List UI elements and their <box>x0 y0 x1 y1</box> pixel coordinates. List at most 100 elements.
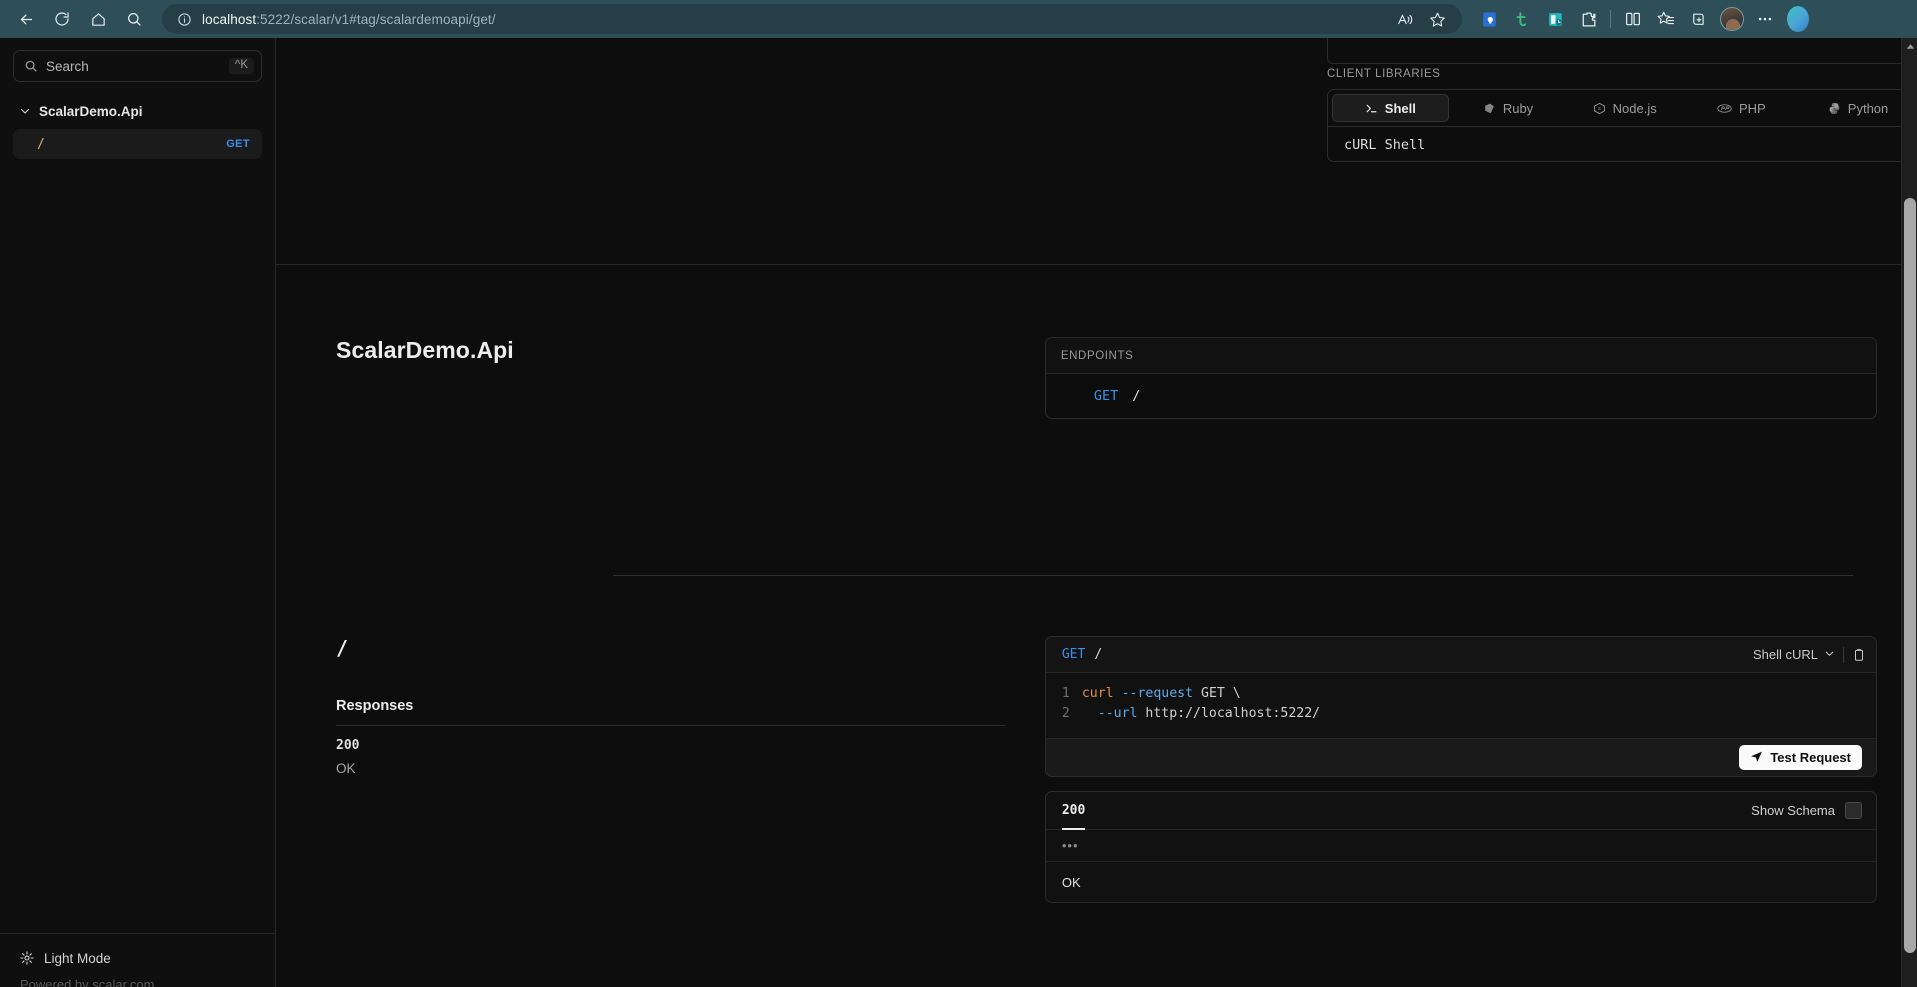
tab-shell-label: Shell <box>1384 100 1416 116</box>
endpoint-method: GET <box>1093 388 1119 404</box>
code-sample-body[interactable]: 1 curl --request GET \ 2 --url http://lo… <box>1045 673 1876 738</box>
response-status-tab[interactable]: 200 <box>1061 793 1086 830</box>
overview-right-col: ENDPOINTS GET / <box>1044 337 1877 575</box>
overview-left-col: ScalarDemo.Api <box>336 337 1045 575</box>
tab-shell[interactable]: Shell <box>1332 94 1449 122</box>
tab-python[interactable]: Python <box>1801 94 1916 122</box>
header-divider <box>1843 646 1844 663</box>
avatar[interactable] <box>1717 4 1747 34</box>
code-line-number: 2 <box>1061 706 1070 721</box>
selected-client-label: cURL Shell <box>1344 137 1426 153</box>
grammar-extension-icon[interactable] <box>1507 4 1537 34</box>
response-body-text: OK <box>1061 874 1081 890</box>
toolbar-extensions <box>1468 4 1813 34</box>
code-line: 1 curl --request GET \ <box>1046 684 1876 704</box>
back-button[interactable] <box>8 4 44 34</box>
code-language-selector[interactable]: Shell cURL <box>1753 647 1835 662</box>
site-info-icon[interactable] <box>172 7 196 31</box>
chevron-down-icon <box>1824 647 1835 662</box>
tab-ruby-label: Ruby <box>1502 100 1534 116</box>
main-content: http://localhost:5222 CLIENT LIBRARIES S… <box>276 38 1917 987</box>
python-icon <box>1828 102 1841 115</box>
chevron-down-icon <box>19 105 31 117</box>
response-status-code: 200 <box>336 738 360 753</box>
home-button[interactable] <box>80 4 116 34</box>
endpoint-row[interactable]: GET / <box>1046 374 1876 418</box>
app-page: Search ^K ScalarDemo.Api / GET Light Mod… <box>0 38 1917 987</box>
scrollbar-thumb[interactable] <box>1904 198 1916 953</box>
sidebar-footer: Light Mode Powered by scalar.com <box>0 933 275 987</box>
client-libraries-tabs: Shell Ruby S Node.js PHP Python <box>1328 90 1917 126</box>
sun-icon <box>20 951 34 965</box>
search-placeholder: Search <box>46 58 89 74</box>
refresh-button[interactable] <box>44 4 80 34</box>
address-bar-text: localhost:5222/scalar/v1#tag/scalardemoa… <box>202 12 496 27</box>
api-overview-section: ScalarDemo.Api ENDPOINTS GET / <box>276 265 1917 575</box>
endpoints-header: ENDPOINTS <box>1045 338 1876 374</box>
responses-heading: Responses <box>336 698 1005 726</box>
theme-toggle[interactable]: Light Mode <box>20 948 262 968</box>
client-libraries-box: Shell Ruby S Node.js PHP Python cURL She… <box>1327 89 1917 162</box>
code-token-command: curl <box>1081 686 1114 701</box>
tab-php[interactable]: PHP <box>1684 94 1799 122</box>
operation-section: / Responses 200 OK GET / Shell cURL 1 cu… <box>276 576 1917 903</box>
sidebar: Search ^K ScalarDemo.Api / GET Light Mod… <box>0 38 276 987</box>
sidebar-group-scalardemoapi[interactable]: ScalarDemo.Api <box>13 98 262 124</box>
show-schema-label: Show Schema <box>1751 803 1835 818</box>
page-scrollbar[interactable] <box>1901 38 1917 987</box>
settings-more-icon[interactable] <box>1750 4 1780 34</box>
address-bar[interactable]: localhost:5222/scalar/v1#tag/scalardemoa… <box>162 4 1462 34</box>
page-title: ScalarDemo.Api <box>336 337 514 363</box>
sidebar-search-wrap: Search ^K <box>0 38 275 82</box>
scroll-up-arrow-icon[interactable] <box>1902 40 1917 52</box>
tab-php-label: PHP <box>1738 100 1766 116</box>
copilot-icon[interactable] <box>1783 4 1813 34</box>
terminal-icon <box>1365 102 1378 115</box>
url-host: localhost <box>202 11 257 27</box>
browser-essentials-icon[interactable] <box>1684 4 1714 34</box>
code-sample-card: GET / Shell cURL 1 curl --request GET \ … <box>1044 636 1877 777</box>
sidebar-item-label: / <box>37 136 45 152</box>
search-input[interactable]: Search ^K <box>13 50 262 82</box>
code-line: 2 --url http://localhost:5222/ <box>1046 704 1876 724</box>
php-icon <box>1717 102 1732 115</box>
show-schema-toggle[interactable] <box>1845 802 1862 819</box>
operation-left-col: / Responses 200 OK <box>336 636 1045 903</box>
sidebar-nav: ScalarDemo.Api / GET <box>0 82 275 159</box>
tab-nodejs[interactable]: S Node.js <box>1567 94 1682 122</box>
search-icon <box>24 59 38 73</box>
browser-search-icon[interactable] <box>116 4 152 34</box>
search-shortcut-badge: ^K <box>228 58 254 74</box>
client-libraries-panel: CLIENT LIBRARIES Shell Ruby S Node.js PH… <box>1327 68 1917 162</box>
toolbar-divider <box>1610 10 1611 28</box>
code-token-rest: http://localhost:5222/ <box>1145 706 1321 721</box>
powered-by-label: Powered by scalar.com <box>20 977 155 987</box>
response-preview-header: 200 Show Schema <box>1045 792 1876 830</box>
sidebar-item-root-get[interactable]: / GET <box>13 129 262 159</box>
collections-icon[interactable] <box>1651 4 1681 34</box>
code-sample-path: / <box>1094 647 1103 662</box>
svg-text:S: S <box>1598 106 1601 111</box>
password-manager-icon[interactable] <box>1474 4 1504 34</box>
reading-list-icon[interactable] <box>1540 4 1570 34</box>
split-screen-icon[interactable] <box>1618 4 1648 34</box>
tab-python-label: Python <box>1847 100 1889 116</box>
read-aloud-icon[interactable] <box>1390 6 1420 32</box>
server-url-field[interactable]: http://localhost:5222 <box>1327 38 1917 64</box>
ruby-icon <box>1483 102 1496 115</box>
favorite-star-icon[interactable] <box>1422 6 1452 32</box>
code-token-flag: --url <box>1097 706 1138 721</box>
puzzle-extensions-icon[interactable] <box>1573 4 1603 34</box>
url-path: :5222/scalar/v1#tag/scalardemoapi/get/ <box>256 11 496 27</box>
code-sample-header: GET / Shell cURL <box>1045 637 1876 673</box>
endpoint-path: / <box>1132 388 1141 404</box>
code-sample-footer: Test Request <box>1045 738 1876 776</box>
nodejs-icon: S <box>1593 102 1606 115</box>
response-ellipsis: ••• <box>1061 837 1079 853</box>
code-token-rest: GET \ <box>1201 686 1241 701</box>
response-meta-row: ••• <box>1045 830 1876 862</box>
clipboard-copy-icon[interactable] <box>1852 648 1866 662</box>
code-token-flag: --request <box>1121 686 1194 701</box>
test-request-button[interactable]: Test Request <box>1739 745 1862 770</box>
tab-ruby[interactable]: Ruby <box>1451 94 1566 122</box>
